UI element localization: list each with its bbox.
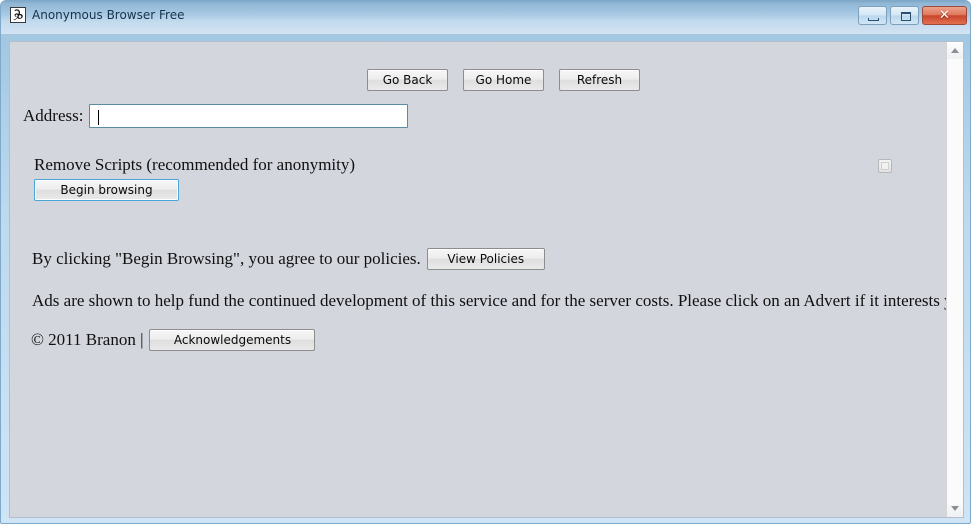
remove-scripts-checkbox[interactable]	[878, 159, 892, 173]
policies-row: By clicking "Begin Browsing", you agree …	[32, 248, 545, 270]
minimize-button[interactable]	[858, 6, 887, 25]
address-label: Address:	[23, 106, 84, 125]
page-content: Go Back Go Home Refresh Address: Remove …	[10, 42, 946, 517]
maximize-icon	[901, 12, 911, 21]
scroll-up-icon[interactable]	[947, 42, 963, 59]
close-button[interactable]: ✕	[922, 6, 967, 25]
acknowledgements-button[interactable]: Acknowledgements	[149, 329, 316, 351]
window-title: Anonymous Browser Free	[32, 8, 185, 22]
title-bar-left: Anonymous Browser Free	[10, 7, 184, 23]
footer-row: © 2011 Branon | Acknowledgements	[31, 329, 316, 351]
application-window: Anonymous Browser Free ✕ Go Back Go Home…	[0, 0, 971, 524]
app-logo-b-icon	[10, 7, 26, 23]
window-controls: ✕	[858, 6, 967, 25]
minimize-icon	[868, 18, 879, 21]
remove-scripts-label: Remove Scripts (recommended for anonymit…	[34, 155, 356, 174]
client-area: Go Back Go Home Refresh Address: Remove …	[9, 41, 964, 518]
address-row: Address:	[23, 104, 409, 128]
copyright-text: © 2011 Branon |	[31, 330, 144, 349]
close-icon: ✕	[939, 8, 950, 23]
go-home-button[interactable]: Go Home	[463, 69, 544, 91]
begin-browsing-button[interactable]: Begin browsing	[34, 179, 179, 201]
address-input[interactable]	[89, 104, 409, 128]
text-caret	[98, 110, 99, 125]
view-policies-button[interactable]: View Policies	[426, 248, 545, 270]
maximize-button[interactable]	[890, 6, 919, 25]
navigation-toolbar: Go Back Go Home Refresh	[367, 69, 640, 91]
scrollbar-track[interactable]	[947, 59, 963, 500]
ads-notice-text: Ads are shown to help fund the continued…	[32, 291, 946, 310]
vertical-scrollbar[interactable]	[946, 42, 963, 517]
refresh-button[interactable]: Refresh	[559, 69, 640, 91]
policy-agreement-text: By clicking "Begin Browsing", you agree …	[32, 249, 421, 268]
go-back-button[interactable]: Go Back	[367, 69, 448, 91]
title-bar[interactable]: Anonymous Browser Free ✕	[1, 1, 970, 35]
scroll-down-icon[interactable]	[947, 500, 963, 517]
